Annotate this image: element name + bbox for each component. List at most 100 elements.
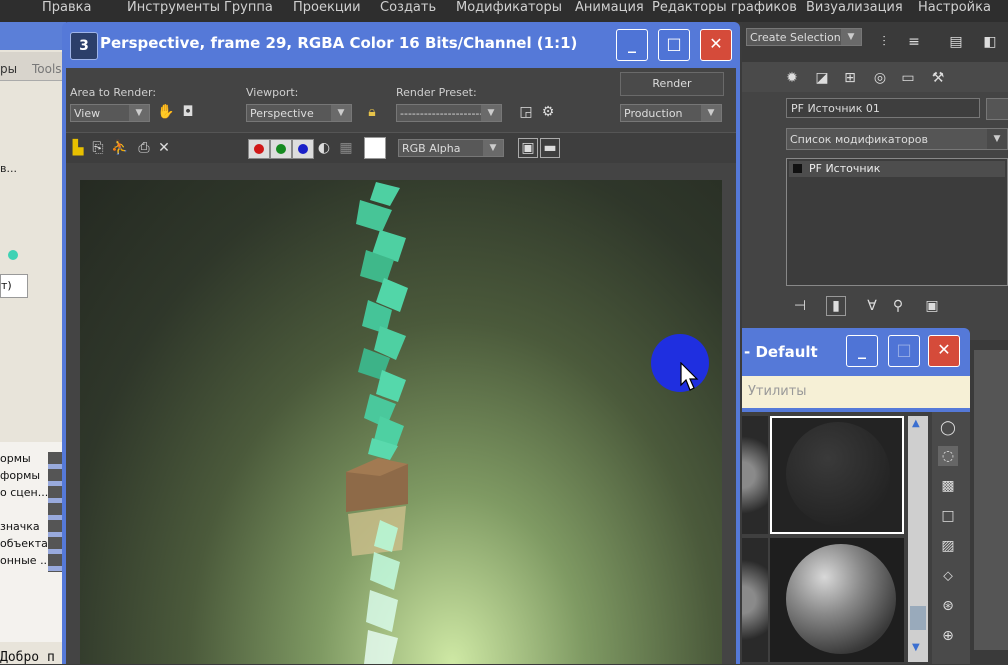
object-name-field[interactable]: PF Источник 01 [786, 98, 980, 118]
minimize-button[interactable]: _ [846, 335, 878, 367]
mouse-cursor-icon [680, 362, 699, 391]
lock-icon[interactable]: 🔒︎ [362, 102, 382, 122]
clear-icon[interactable]: ✕ [154, 138, 174, 158]
alpha-channel-icon[interactable]: ◐ [314, 138, 334, 158]
modifier-list-dropdown[interactable]: Список модификаторов ▼ [786, 128, 1008, 150]
list-item[interactable]: о сцен... [0, 486, 48, 499]
particle-stream [346, 182, 408, 664]
menu-item-views[interactable]: Проекции [293, 0, 361, 15]
motion-tab-icon[interactable]: ◎ [870, 68, 890, 88]
chevron-down-icon: ▼ [987, 129, 1007, 149]
material-editor-menu: Утилиты [742, 376, 970, 408]
modify-tab-icon[interactable]: ◪ [812, 68, 832, 88]
list-item[interactable]: формы [0, 469, 40, 482]
render-setup-icon[interactable]: ◲ [516, 102, 536, 122]
monochrome-icon[interactable]: ▦ [336, 138, 356, 158]
sample-uv-icon[interactable]: □ [938, 506, 958, 526]
remove-modifier-icon[interactable]: ⚲ [888, 296, 908, 316]
sample-type-icon[interactable]: ◯ [938, 418, 958, 438]
configure-sets-icon[interactable]: ▣ [922, 296, 942, 316]
right-edge-panel [970, 340, 1008, 664]
align-icon[interactable]: ≡ [904, 32, 924, 52]
menu-item-modifiers[interactable]: Модификаторы [456, 0, 562, 15]
menu-item-customize[interactable]: Настройка [918, 0, 991, 15]
copy-image-icon[interactable]: ⎘ [88, 138, 108, 158]
left-field[interactable]: т) [0, 274, 28, 298]
render-preset-dropdown[interactable]: --------------------- ▼ [396, 104, 502, 122]
viewport-dropdown[interactable]: Perspective ▼ [246, 104, 352, 122]
hierarchy-tab-icon[interactable]: ⊞ [840, 68, 860, 88]
menu-item-group[interactable]: Группа [224, 0, 273, 15]
light-bulb-icon[interactable] [793, 164, 802, 173]
material-slot[interactable] [770, 538, 904, 662]
auto-region-icon[interactable]: ◘ [178, 102, 198, 122]
backlight-icon[interactable]: ◌ [938, 446, 958, 466]
material-slot-selected[interactable] [770, 416, 904, 534]
blue-channel-toggle[interactable] [292, 139, 314, 159]
render-button[interactable]: Render [620, 72, 724, 96]
make-unique-icon[interactable]: ∀ [862, 296, 882, 316]
modifier-stack: PF Источник [786, 158, 1008, 286]
edit-region-icon[interactable]: ✋ [156, 102, 176, 122]
menu-item-edit[interactable]: Правка [42, 0, 91, 15]
scroll-up-icon[interactable]: ▲ [912, 418, 920, 429]
background-window-left: ры Tools в... т) ормы формы о сцен... зн… [0, 22, 66, 665]
menu-item-tools[interactable]: Инструменты [127, 0, 220, 15]
material-sphere [786, 422, 890, 526]
stack-item[interactable]: PF Источник [789, 161, 1005, 177]
menu-item-graph-editors[interactable]: Редакторы графиков [652, 0, 797, 15]
bottom-status-text: Добро п [0, 650, 55, 665]
utilities-tab-icon[interactable]: ⚒ [928, 68, 948, 88]
stack-controls: ⊣ ▮ ∀ ⚲ ▣ [786, 294, 1006, 318]
chevron-down-icon: ▼ [331, 105, 351, 121]
sample-scrollbar[interactable]: ▲ ▼ [908, 416, 928, 662]
environment-settings-icon[interactable]: ⚙ [538, 102, 558, 122]
print-image-icon[interactable]: ⎙ [134, 138, 154, 158]
utilities-menu[interactable]: Утилиты [748, 384, 807, 399]
list-item[interactable]: значка [0, 520, 40, 533]
color-swatch[interactable] [364, 137, 386, 159]
video-color-icon[interactable]: ▨ [938, 536, 958, 556]
select-by-material-icon[interactable]: ⊕ [938, 626, 958, 646]
list-item[interactable]: объекта [0, 537, 48, 550]
scroll-down-icon[interactable]: ▼ [912, 642, 920, 653]
chevron-down-icon: ▼ [481, 105, 501, 121]
chevron-down-icon: ▼ [841, 29, 861, 45]
tools-tab[interactable]: Tools [32, 62, 62, 76]
area-to-render-dropdown[interactable]: View ▼ [70, 104, 150, 122]
maximize-button[interactable]: □ [888, 335, 920, 367]
minimize-button[interactable]: _ [616, 29, 648, 61]
close-button[interactable]: ✕ [700, 29, 732, 61]
selection-set-dropdown[interactable]: Create Selection ▼ [746, 28, 862, 46]
show-end-result-icon[interactable]: ▮ [826, 296, 846, 316]
scroll-thumb[interactable] [910, 606, 926, 630]
material-slot-partial[interactable] [742, 416, 768, 534]
mirror-icon[interactable]: ⫶ [874, 32, 894, 52]
render-preset-label: Render Preset: [396, 86, 477, 99]
channel-dropdown[interactable]: RGB Alpha ▼ [398, 139, 504, 157]
save-image-icon[interactable]: ▙ [68, 138, 88, 158]
background-icon[interactable]: ▩ [938, 476, 958, 496]
options-icon[interactable]: ⊛ [938, 596, 958, 616]
menu-item-animation[interactable]: Анимация [575, 0, 644, 15]
make-preview-icon[interactable]: ⬦ [938, 566, 958, 586]
layer-manager-icon[interactable]: ▤ [946, 32, 966, 52]
production-dropdown[interactable]: Production ▼ [620, 104, 722, 122]
list-item[interactable]: ормы [0, 452, 31, 465]
close-button[interactable]: ✕ [928, 335, 960, 367]
menu-item-rendering[interactable]: Визуализация [806, 0, 903, 15]
toggle-ui-overlay-icon[interactable]: ▣ [518, 138, 538, 158]
green-channel-toggle[interactable] [270, 139, 292, 159]
create-tab-icon[interactable]: ✹ [782, 68, 802, 88]
object-color-swatch[interactable] [986, 98, 1008, 120]
material-slot-partial[interactable] [742, 538, 768, 662]
list-item[interactable]: онные ... [0, 554, 51, 567]
clone-window-icon[interactable]: ⛹ [110, 138, 130, 158]
graph-icon[interactable]: ◧ [980, 32, 1000, 52]
maximize-button[interactable]: □ [658, 29, 690, 61]
pin-stack-icon[interactable]: ⊣ [790, 296, 810, 316]
display-tab-icon[interactable]: ▭ [898, 68, 918, 88]
red-channel-toggle[interactable] [248, 139, 270, 159]
menu-item-create[interactable]: Создать [380, 0, 436, 15]
toggle-ui-icon[interactable]: ▬ [540, 138, 560, 158]
